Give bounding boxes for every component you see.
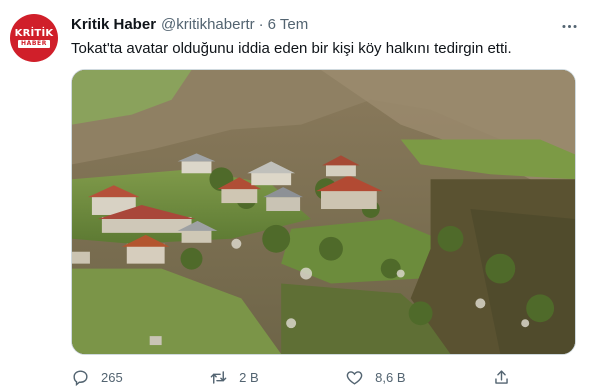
display-name[interactable]: Kritik Haber bbox=[71, 16, 156, 33]
like-count: 8,6 B bbox=[375, 369, 406, 385]
tweet-photo[interactable] bbox=[71, 69, 576, 355]
reply-button[interactable]: 265 bbox=[71, 368, 123, 387]
reply-count: 265 bbox=[101, 369, 123, 385]
retweet-icon bbox=[210, 370, 227, 384]
tweet-header: Kritik Haber @kritikhabertr · 6 Tem bbox=[71, 16, 308, 36]
share-icon bbox=[495, 369, 508, 384]
logo-top-text: KRİTİK bbox=[14, 28, 54, 39]
more-horizontal-icon bbox=[561, 24, 577, 28]
avatar[interactable]: KRİTİK HABER bbox=[10, 14, 58, 62]
retweet-count: 2 B bbox=[239, 369, 259, 385]
tweet-timestamp[interactable]: 6 Tem bbox=[268, 16, 309, 33]
retweet-button[interactable]: 2 B bbox=[209, 368, 259, 387]
reply-icon bbox=[73, 369, 88, 386]
separator-dot: · bbox=[258, 16, 264, 33]
logo-bottom-text: HABER bbox=[18, 40, 50, 48]
user-handle[interactable]: @kritikhabertr bbox=[161, 16, 255, 33]
like-button[interactable]: 8,6 B bbox=[345, 368, 406, 387]
more-button[interactable] bbox=[557, 14, 581, 38]
tweet-card[interactable]: KRİTİK HABER Kritik Haber @kritikhabertr… bbox=[0, 0, 597, 392]
tweet-text: Tokat'ta avatar olduğunu iddia eden bir … bbox=[71, 40, 512, 57]
share-button[interactable] bbox=[492, 368, 511, 387]
tweet-actions: 265 2 B 8,6 B bbox=[71, 366, 511, 388]
heart-icon bbox=[346, 370, 363, 385]
village-photo-image bbox=[72, 70, 575, 354]
